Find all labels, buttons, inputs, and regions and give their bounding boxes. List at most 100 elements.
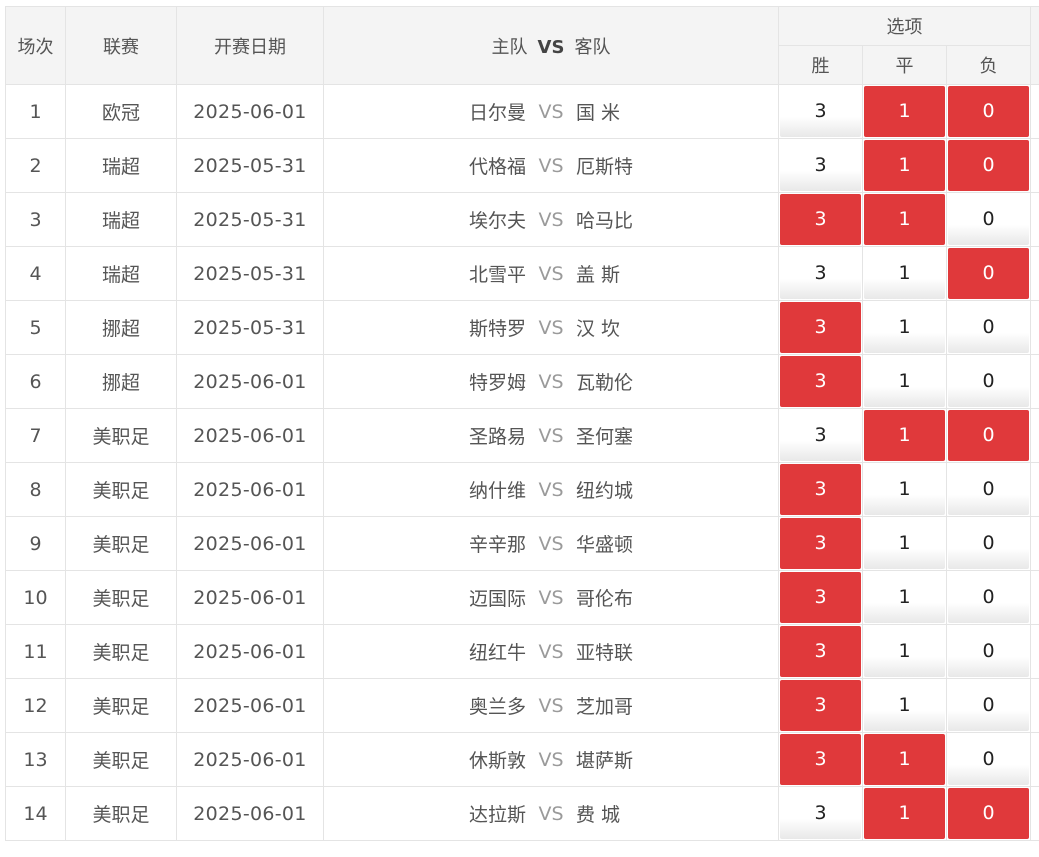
option-draw-button[interactable]: 1 <box>864 140 945 191</box>
option-lose-cell: 0 <box>945 678 1032 733</box>
match-number: 13 <box>5 732 66 787</box>
table-row: 8 美职足 2025-06-01 纳什维 VS 纽约城 3 1 0 <box>5 462 1039 517</box>
vs-label: VS <box>538 370 564 393</box>
row-edge <box>1030 786 1039 841</box>
option-lose-cell: 0 <box>945 84 1032 139</box>
option-draw-button[interactable]: 1 <box>864 464 945 515</box>
option-draw-button[interactable]: 1 <box>864 572 945 623</box>
header-teams: 主队 VS 客队 <box>323 6 779 85</box>
option-lose-button[interactable]: 0 <box>948 626 1030 677</box>
option-win-button[interactable]: 3 <box>780 248 861 299</box>
option-win-button[interactable]: 3 <box>780 680 861 731</box>
option-draw-button[interactable]: 1 <box>864 788 945 839</box>
option-lose-button[interactable]: 0 <box>948 86 1030 137</box>
option-lose-button[interactable]: 0 <box>948 302 1030 353</box>
option-win-button[interactable]: 3 <box>780 518 861 569</box>
option-draw-button[interactable]: 1 <box>864 734 945 785</box>
match-teams: 奥兰多 VS 芝加哥 <box>323 678 779 733</box>
match-number: 4 <box>5 246 66 301</box>
option-draw-button[interactable]: 1 <box>864 626 945 677</box>
league-name: 美职足 <box>65 786 177 841</box>
option-draw-button[interactable]: 1 <box>864 356 945 407</box>
option-win-button[interactable]: 3 <box>780 356 861 407</box>
match-date: 2025-06-01 <box>176 624 324 679</box>
option-win-button[interactable]: 3 <box>780 194 861 245</box>
option-lose-button[interactable]: 0 <box>948 194 1030 245</box>
away-team: 国 米 <box>576 102 621 124</box>
row-edge <box>1030 138 1039 193</box>
option-win-cell: 3 <box>778 516 863 571</box>
home-team: 休斯敦 <box>468 750 526 772</box>
option-win-button[interactable]: 3 <box>780 86 861 137</box>
away-team: 堪萨斯 <box>576 750 634 772</box>
option-draw-cell: 1 <box>862 138 947 193</box>
option-draw-button[interactable]: 1 <box>864 302 945 353</box>
away-team: 芝加哥 <box>576 696 634 718</box>
option-lose-button[interactable]: 0 <box>948 356 1030 407</box>
vs-label: VS <box>538 154 564 177</box>
option-lose-button[interactable]: 0 <box>948 788 1030 839</box>
option-lose-button[interactable]: 0 <box>948 518 1030 569</box>
table-row: 13 美职足 2025-06-01 休斯敦 VS 堪萨斯 3 1 0 <box>5 732 1039 787</box>
option-win-button[interactable]: 3 <box>780 464 861 515</box>
option-draw-button[interactable]: 1 <box>864 86 945 137</box>
row-edge <box>1030 84 1039 139</box>
option-win-button[interactable]: 3 <box>780 734 861 785</box>
header-num: 场次 <box>5 6 66 85</box>
option-draw-button[interactable]: 1 <box>864 410 945 461</box>
match-date: 2025-06-01 <box>176 786 324 841</box>
row-edge <box>1030 462 1039 517</box>
match-number: 6 <box>5 354 66 409</box>
match-teams: 迈国际 VS 哥伦布 <box>323 570 779 625</box>
header-opt-lose: 负 <box>945 45 1032 85</box>
option-win-button[interactable]: 3 <box>780 788 861 839</box>
option-win-button[interactable]: 3 <box>780 302 861 353</box>
option-draw-button[interactable]: 1 <box>864 194 945 245</box>
away-team: 哥伦布 <box>576 588 634 610</box>
vs-label: VS <box>538 748 564 771</box>
option-lose-button[interactable]: 0 <box>948 410 1030 461</box>
option-win-cell: 3 <box>778 678 863 733</box>
option-draw-cell: 1 <box>862 624 947 679</box>
table-header: 场次 联赛 开赛日期 主队 VS 客队 选项 胜 平 负 <box>5 6 1039 85</box>
option-lose-button[interactable]: 0 <box>948 572 1030 623</box>
option-draw-cell: 1 <box>862 516 947 571</box>
option-lose-button[interactable]: 0 <box>948 734 1030 785</box>
vs-label: VS <box>538 100 564 123</box>
match-table: 场次 联赛 开赛日期 主队 VS 客队 选项 胜 平 负 1 欧冠 2025-06-01… <box>5 6 1039 841</box>
match-number: 8 <box>5 462 66 517</box>
row-edge <box>1030 300 1039 355</box>
match-number: 7 <box>5 408 66 463</box>
header-league: 联赛 <box>65 6 177 85</box>
match-table-container: 场次 联赛 开赛日期 主队 VS 客队 选项 胜 平 负 1 欧冠 2025-06-01… <box>5 6 1039 841</box>
option-draw-button[interactable]: 1 <box>864 518 945 569</box>
row-edge <box>1030 678 1039 733</box>
option-win-cell: 3 <box>778 192 863 247</box>
home-team: 圣路易 <box>468 426 526 448</box>
vs-label: VS <box>538 262 564 285</box>
option-win-button[interactable]: 3 <box>780 140 861 191</box>
home-team: 斯特罗 <box>468 318 526 340</box>
header-options: 选项 <box>777 6 1032 46</box>
option-draw-button[interactable]: 1 <box>864 680 945 731</box>
row-edge <box>1030 516 1039 571</box>
table-row: 14 美职足 2025-06-01 达拉斯 VS 费 城 310 <box>5 786 1039 841</box>
league-name: 美职足 <box>65 570 177 625</box>
away-team: 厄斯特 <box>576 156 634 178</box>
vs-label: VS <box>538 586 564 609</box>
option-win-cell: 3 <box>778 732 863 787</box>
home-team: 日尔曼 <box>468 102 526 124</box>
option-win-button[interactable]: 3 <box>780 572 861 623</box>
option-win-button[interactable]: 3 <box>780 626 861 677</box>
option-draw-button[interactable]: 1 <box>864 248 945 299</box>
option-win-cell: 3 <box>778 246 863 301</box>
away-team: 费 城 <box>576 804 621 826</box>
option-win-button[interactable]: 3 <box>780 410 861 461</box>
option-lose-button[interactable]: 0 <box>948 140 1030 191</box>
option-lose-button[interactable]: 0 <box>948 248 1030 299</box>
option-lose-button[interactable]: 0 <box>948 680 1030 731</box>
table-row: 3 瑞超 2025-05-31 埃尔夫 VS 哈马比 3 1 0 <box>5 192 1039 247</box>
away-team: 盖 斯 <box>576 264 621 286</box>
option-lose-button[interactable]: 0 <box>948 464 1030 515</box>
match-number: 5 <box>5 300 66 355</box>
